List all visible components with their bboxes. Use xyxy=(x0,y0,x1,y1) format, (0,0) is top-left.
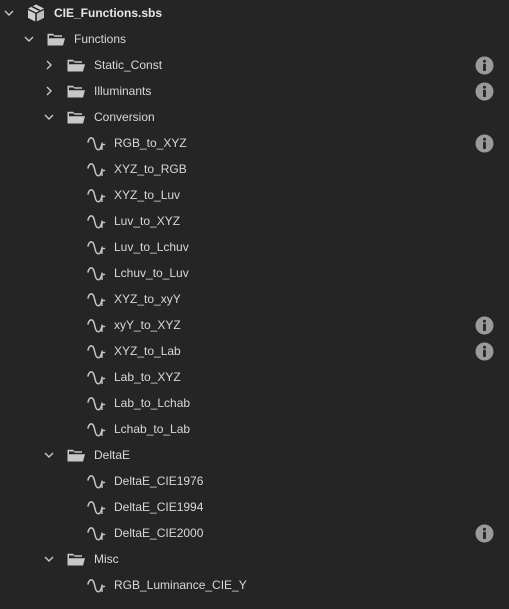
function-icon xyxy=(87,215,106,229)
tree-item-lab-to-lchab[interactable]: Lab_to_Lchab xyxy=(0,390,509,416)
function-label: Lab_to_Lchab xyxy=(114,396,191,410)
tree-item-rgb-to-xyz[interactable]: RGB_to_XYZ xyxy=(0,130,509,156)
info-icon[interactable] xyxy=(475,134,494,153)
function-icon xyxy=(87,293,106,307)
chevron-right-icon[interactable] xyxy=(44,86,54,96)
tree-item-deltae-cie1976[interactable]: DeltaE_CIE1976 xyxy=(0,468,509,494)
function-icon xyxy=(87,345,106,359)
tree-item-luv-to-xyz[interactable]: Luv_to_XYZ xyxy=(0,208,509,234)
function-label: Lchuv_to_Luv xyxy=(114,266,189,280)
function-icon xyxy=(87,501,106,515)
function-label: XYZ_to_Luv xyxy=(114,188,181,202)
chevron-down-icon[interactable] xyxy=(44,112,54,122)
chevron-down-icon[interactable] xyxy=(24,34,34,44)
folder-label: DeltaE xyxy=(94,448,131,462)
info-icon[interactable] xyxy=(475,316,494,335)
info-icon[interactable] xyxy=(475,524,494,543)
info-icon[interactable] xyxy=(475,82,494,101)
function-icon xyxy=(87,475,106,489)
tree-item-illuminants[interactable]: Illuminants xyxy=(0,78,509,104)
tree-item-deltae[interactable]: DeltaE xyxy=(0,442,509,468)
tree-item-package[interactable]: CIE_Functions.sbs xyxy=(0,0,509,26)
folder-open-icon xyxy=(67,59,85,72)
folder-label: Misc xyxy=(94,552,119,566)
package-name: CIE_Functions.sbs xyxy=(54,6,163,20)
function-icon xyxy=(87,527,106,541)
function-icon xyxy=(87,579,106,593)
chevron-right-icon[interactable] xyxy=(44,60,54,70)
folder-open-icon xyxy=(67,111,85,124)
info-icon[interactable] xyxy=(475,56,494,75)
folder-open-icon xyxy=(67,449,85,462)
function-label: XYZ_to_xyY xyxy=(114,292,181,306)
function-icon xyxy=(87,423,106,437)
chevron-down-icon[interactable] xyxy=(44,450,54,460)
tree-item-luv-to-lchuv[interactable]: Luv_to_Lchuv xyxy=(0,234,509,260)
function-label: XYZ_to_Lab xyxy=(114,344,181,358)
function-label: xyY_to_XYZ xyxy=(114,318,181,332)
tree-item-lab-to-xyz[interactable]: Lab_to_XYZ xyxy=(0,364,509,390)
function-label: DeltaE_CIE1994 xyxy=(114,500,204,514)
function-label: Luv_to_XYZ xyxy=(114,214,181,228)
function-icon xyxy=(87,397,106,411)
function-icon xyxy=(87,371,106,385)
tree-item-misc[interactable]: Misc xyxy=(0,546,509,572)
tree-item-deltae-cie1994[interactable]: DeltaE_CIE1994 xyxy=(0,494,509,520)
function-icon xyxy=(87,137,106,151)
folder-label: Static_Const xyxy=(94,58,163,72)
function-icon xyxy=(87,163,106,177)
folder-open-icon xyxy=(47,33,65,46)
tree-item-conversion[interactable]: Conversion xyxy=(0,104,509,130)
tree-item-xyz-to-lab[interactable]: XYZ_to_Lab xyxy=(0,338,509,364)
tree-item-xyz-to-rgb[interactable]: XYZ_to_RGB xyxy=(0,156,509,182)
tree-item-deltae-cie2000[interactable]: DeltaE_CIE2000 xyxy=(0,520,509,546)
function-label: DeltaE_CIE2000 xyxy=(114,526,204,540)
function-label: RGB_to_XYZ xyxy=(114,136,187,150)
info-icon[interactable] xyxy=(475,342,494,361)
function-label: Lchab_to_Lab xyxy=(114,422,191,436)
tree-item-static-const[interactable]: Static_Const xyxy=(0,52,509,78)
chevron-down-icon[interactable] xyxy=(4,8,14,18)
tree-item-xyz-to-luv[interactable]: XYZ_to_Luv xyxy=(0,182,509,208)
tree-item-xyz-to-xyy[interactable]: XYZ_to_xyY xyxy=(0,286,509,312)
function-icon xyxy=(87,267,106,281)
tree-item-lchab-to-lab[interactable]: Lchab_to_Lab xyxy=(0,416,509,442)
function-icon xyxy=(87,189,106,203)
explorer-tree: CIE_Functions.sbs Functions Static_Const I… xyxy=(0,0,509,609)
package-icon xyxy=(28,4,44,22)
function-label: DeltaE_CIE1976 xyxy=(114,474,204,488)
function-label: Lab_to_XYZ xyxy=(114,370,181,384)
folder-open-icon xyxy=(67,553,85,566)
function-label: XYZ_to_RGB xyxy=(114,162,187,176)
function-icon xyxy=(87,241,106,255)
tree-item-xyy-to-xyz[interactable]: xyY_to_XYZ xyxy=(0,312,509,338)
folder-label: Conversion xyxy=(94,110,155,124)
folder-label: Illuminants xyxy=(94,84,152,98)
function-icon xyxy=(87,319,106,333)
function-label: RGB_Luminance_CIE_Y xyxy=(114,578,247,592)
chevron-down-icon[interactable] xyxy=(44,554,54,564)
folder-open-icon xyxy=(67,85,85,98)
tree-item-functions[interactable]: Functions xyxy=(0,26,509,52)
tree-item-lchuv-to-luv[interactable]: Lchuv_to_Luv xyxy=(0,260,509,286)
folder-label: Functions xyxy=(74,32,127,46)
tree-item-rgb-luminance-cie-y[interactable]: RGB_Luminance_CIE_Y xyxy=(0,572,509,598)
function-label: Luv_to_Lchuv xyxy=(114,240,189,254)
